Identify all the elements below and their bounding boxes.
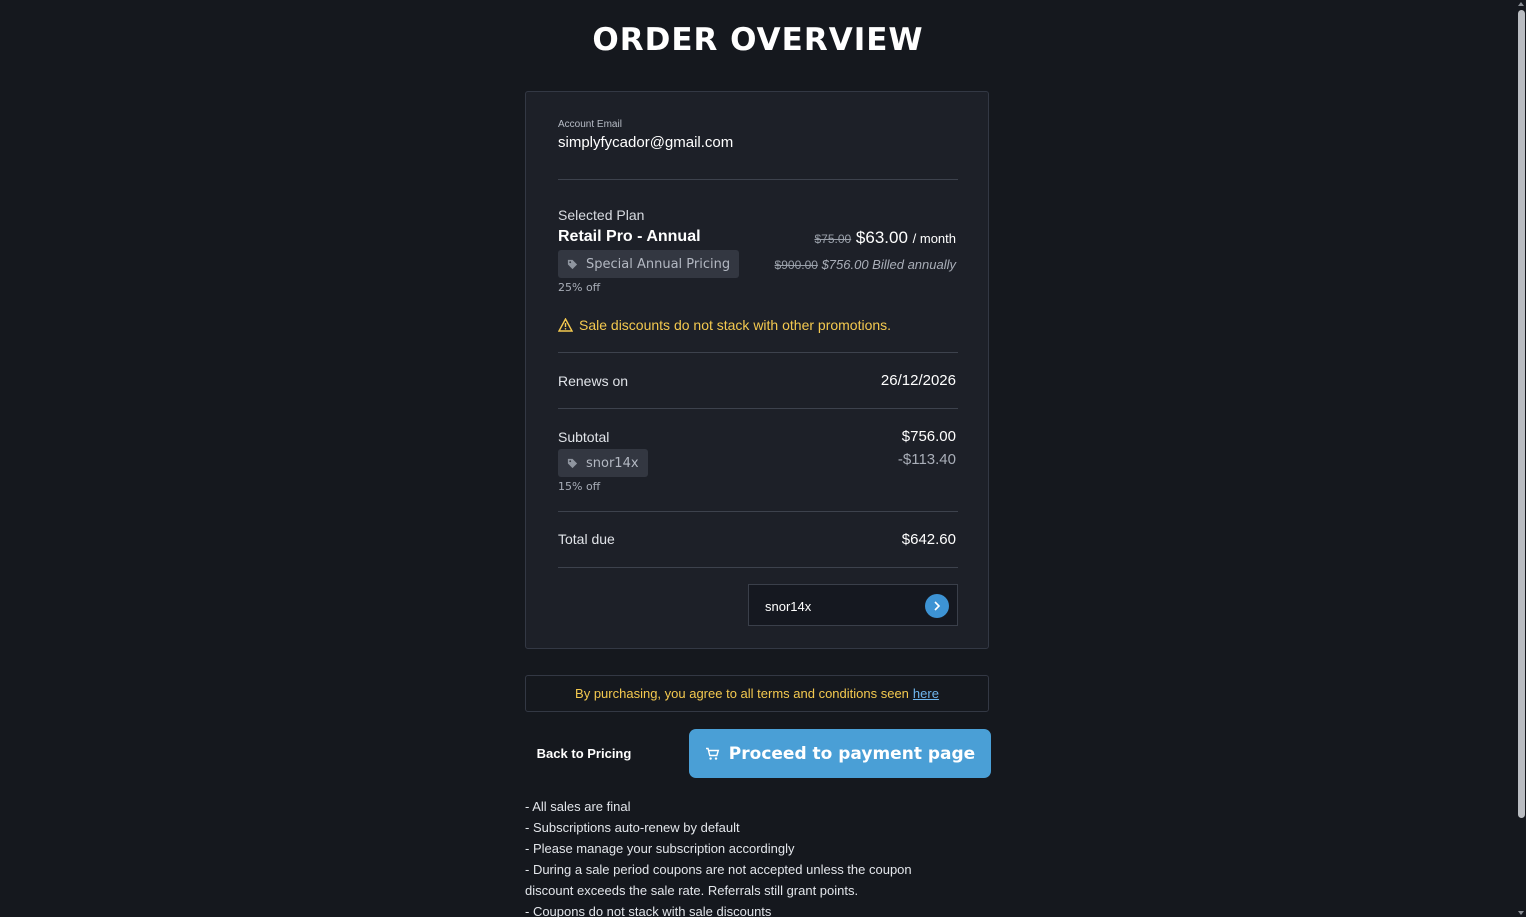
coupon-field (748, 584, 958, 627)
note-item: - During a sale period coupons are not a… (525, 862, 912, 898)
monthly-unit: / month (912, 231, 956, 246)
scroll-thumb[interactable] (1518, 10, 1525, 818)
plan-section: Selected Plan Retail Pro - Annual Specia… (558, 207, 958, 294)
divider (558, 511, 958, 512)
cart-icon (705, 747, 720, 760)
monthly-price: $75.00 $63.00 / month (814, 228, 956, 248)
proceed-button-label: Proceed to payment page (728, 743, 976, 764)
annual-new-price: $756.00 Billed annually (821, 257, 956, 272)
page-title: ORDER OVERVIEW (592, 22, 924, 58)
total-due-value: $642.60 (901, 531, 956, 548)
note-item: - Subscriptions auto-renew by default (525, 820, 740, 835)
account-section: Account Email simplyfycador@gmail.com (558, 119, 958, 151)
divider (558, 567, 958, 568)
promo-tag: Special Annual Pricing (558, 250, 740, 278)
account-email-label: Account Email (558, 119, 622, 130)
note-item: - Coupons do not stack with sale discoun… (525, 904, 772, 917)
tag-icon (567, 458, 578, 468)
monthly-new-price: $63.00 (855, 228, 908, 247)
divider (558, 179, 958, 180)
order-summary-card: Account Email simplyfycador@gmail.com Se… (525, 91, 989, 649)
account-email-value: simplyfycador@gmail.com (558, 134, 734, 151)
coupon-tag: snor14x (558, 449, 648, 477)
total-due-label: Total due (558, 531, 615, 547)
stacking-warning: Sale discounts do not stack with other p… (558, 317, 958, 333)
selected-plan-label: Selected Plan (558, 207, 645, 223)
warning-text: Sale discounts do not stack with other p… (579, 317, 892, 333)
page-scrollbar[interactable] (1516, 0, 1526, 917)
scroll-down-arrow-icon[interactable] (1518, 911, 1524, 915)
promo-tag-label: Special Annual Pricing (586, 256, 731, 272)
note-item: - All sales are final (525, 799, 631, 814)
subtotal-value: $756.00 (901, 428, 956, 445)
promo-discount-percent: 25% off (558, 281, 601, 294)
warning-triangle-icon (558, 318, 573, 332)
coupon-input[interactable] (749, 585, 937, 627)
terms-text: By purchasing, you agree to all terms an… (575, 686, 909, 701)
annual-price: $900.00 $756.00 Billed annually (775, 257, 956, 272)
scroll-up-arrow-icon[interactable] (1518, 2, 1524, 6)
back-to-pricing-button[interactable]: Back to Pricing (525, 730, 643, 777)
coupon-discount-percent: 15% off (558, 480, 601, 493)
terms-link[interactable]: here (913, 686, 939, 701)
renews-date: 26/12/2026 (880, 372, 956, 389)
annual-old-price: $900.00 (774, 258, 818, 272)
coupon-discount-value: -$113.40 (897, 451, 956, 468)
terms-notice: By purchasing, you agree to all terms an… (525, 675, 989, 712)
sales-notes: - All sales are final - Subscriptions au… (525, 796, 955, 917)
monthly-old-price: $75.00 (814, 232, 852, 246)
renews-label: Renews on (558, 373, 629, 389)
subtotal-label: Subtotal (558, 429, 610, 445)
apply-coupon-button[interactable] (925, 594, 949, 618)
note-item: - Please manage your subscription accord… (525, 841, 795, 856)
divider (558, 408, 958, 409)
divider (558, 352, 958, 353)
order-overview-page: ORDER OVERVIEW Account Email simplyfycad… (0, 0, 1526, 917)
proceed-to-payment-button[interactable]: Proceed to payment page (689, 729, 991, 778)
tag-icon (567, 259, 578, 269)
chevron-right-icon (934, 601, 941, 611)
coupon-tag-label: snor14x (586, 455, 639, 471)
